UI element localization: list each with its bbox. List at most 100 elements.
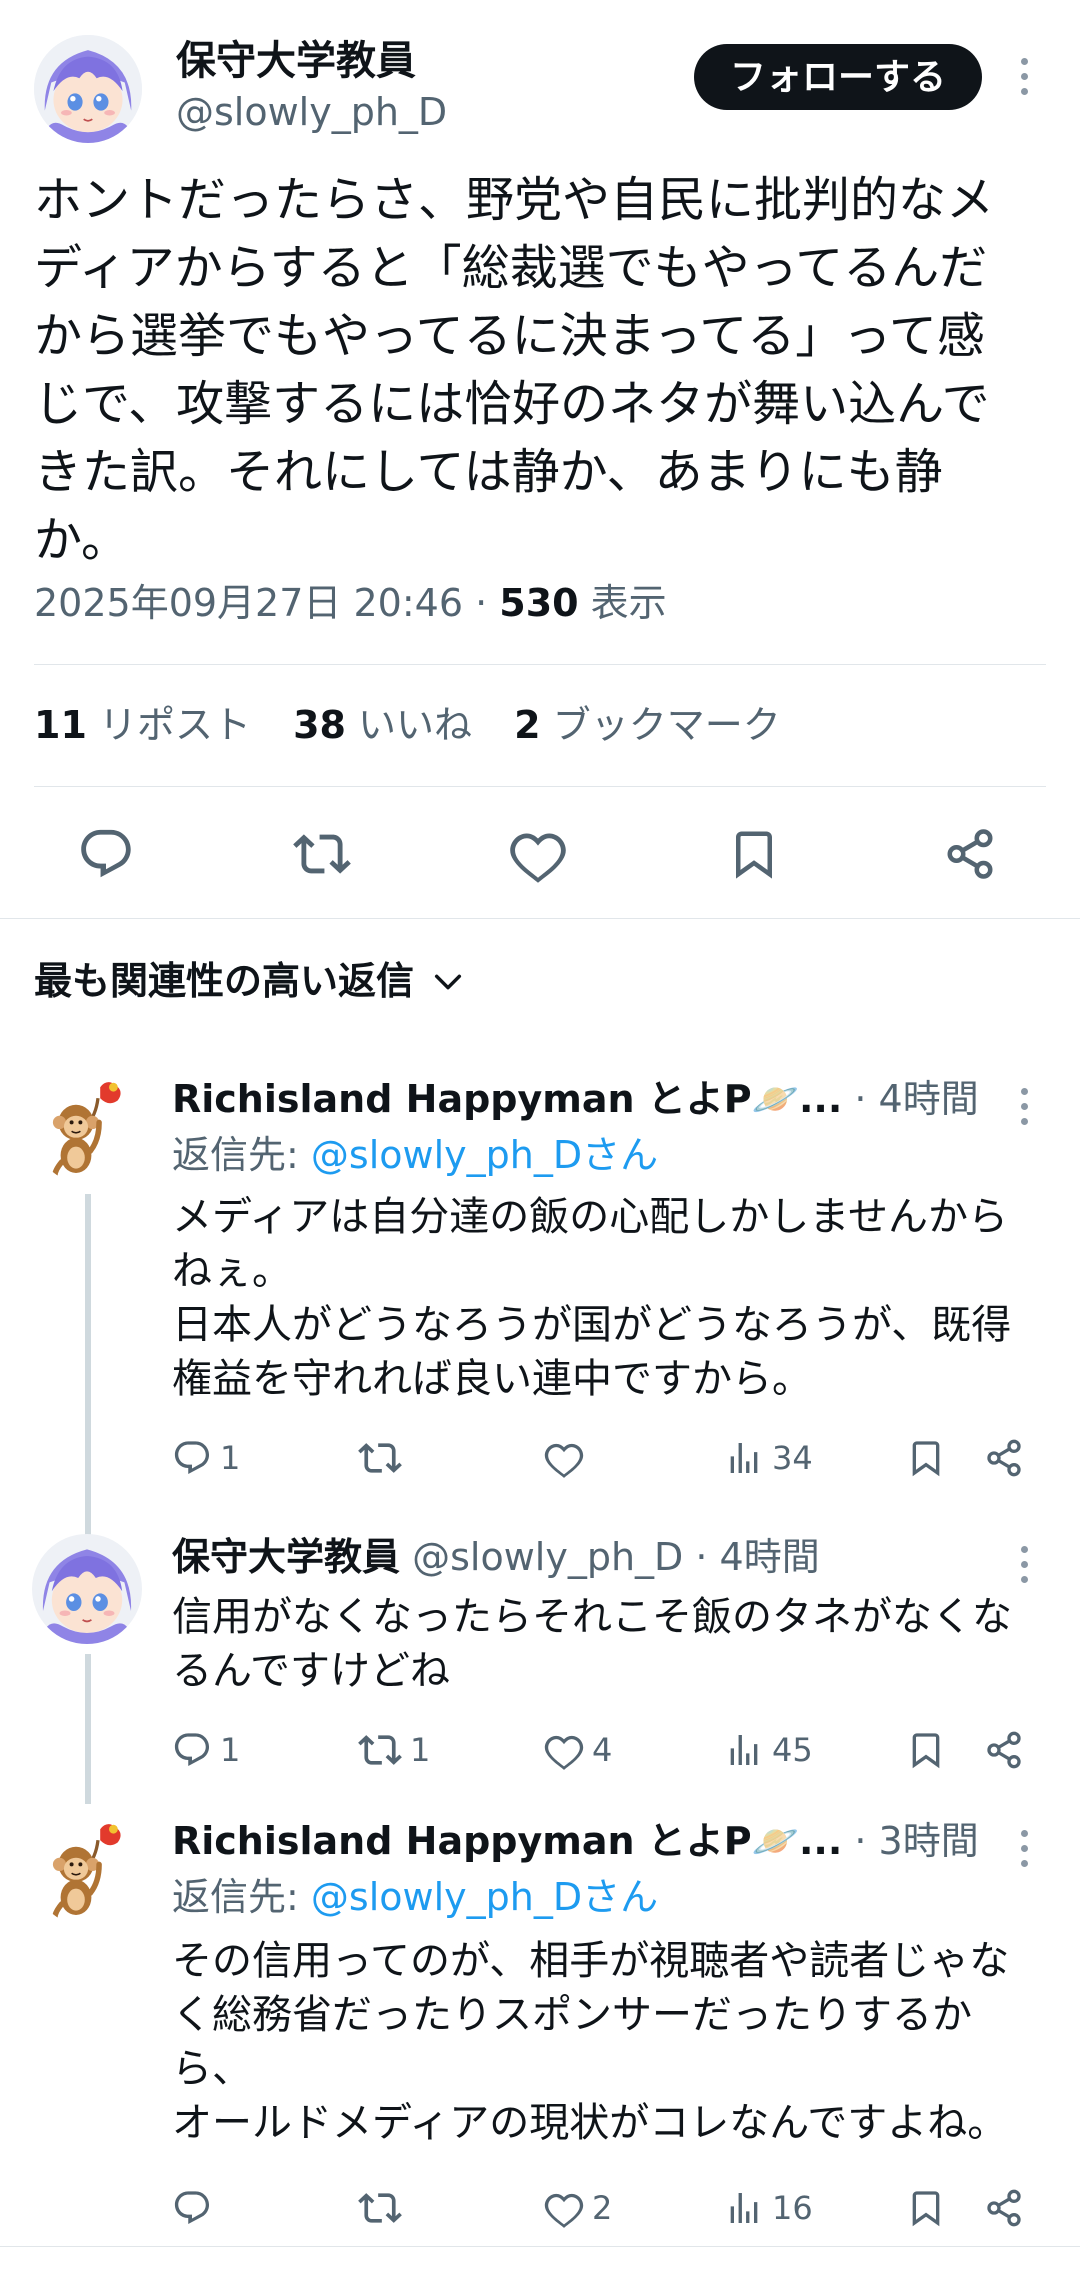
avatar[interactable] <box>32 1534 142 1644</box>
share-icon <box>984 1730 1024 1770</box>
timestamp[interactable]: 2025年09月27日 20:46 <box>34 581 463 625</box>
bookmarks-label: ブックマーク <box>540 703 781 747</box>
views-icon <box>724 1438 764 1478</box>
bookmark-button[interactable] <box>906 1430 946 1486</box>
reply-button[interactable]: 1 <box>172 1722 240 1778</box>
tweet-meta: 2025年09月27日 20:46 · 530 表示 <box>34 578 667 628</box>
bookmark-icon[interactable] <box>718 818 790 890</box>
like-count: 4 <box>592 1731 613 1769</box>
reply-actions: 1 34 <box>172 1430 1052 1486</box>
heart-icon <box>544 1730 584 1770</box>
reply-time[interactable]: · 3時間 <box>842 1819 978 1863</box>
author-handle[interactable]: @slowly_ph_D <box>176 88 447 136</box>
reply-count: 1 <box>220 1731 241 1769</box>
avatar[interactable] <box>32 1816 142 1926</box>
bookmarks-stat[interactable]: 2 ブックマーク <box>514 703 781 747</box>
reply-to-prefix: 返信先: <box>172 1875 311 1919</box>
more-icon[interactable] <box>1014 1546 1034 1583</box>
views-icon <box>724 1730 764 1770</box>
reply-icon <box>172 2188 212 2228</box>
views-button[interactable]: 45 <box>724 1722 813 1778</box>
tweet-actions <box>0 818 1080 890</box>
repost-icon <box>358 1436 402 1480</box>
reply-to-mention[interactable]: @slowly_ph_Dさん <box>311 1875 658 1919</box>
more-icon[interactable] <box>1014 58 1034 95</box>
share-button[interactable] <box>984 1430 1024 1486</box>
sort-label: 最も関連性の高い返信 <box>34 959 415 1003</box>
author-name[interactable]: 保守大学教員 <box>176 36 416 86</box>
views-button[interactable]: 34 <box>724 1430 813 1486</box>
divider <box>0 918 1080 919</box>
bookmark-icon <box>906 2188 946 2228</box>
reply-text: 信用がなくなったらそれこそ飯のタネがなくな るんですけどね <box>172 1594 1012 1694</box>
bookmark-button[interactable] <box>906 2180 946 2236</box>
like-button[interactable] <box>544 1430 592 1486</box>
thread-line <box>85 1654 91 1804</box>
reply-to-prefix: 返信先: <box>172 1133 311 1177</box>
chevron-down-icon <box>432 965 464 997</box>
meta-separator: · <box>463 581 500 625</box>
like-button[interactable]: 4 <box>544 1722 612 1778</box>
tweet-stats: 11 リポスト 38 いいね 2 ブックマーク <box>34 700 811 750</box>
views-count: 34 <box>772 1439 813 1477</box>
heart-icon <box>544 1438 584 1478</box>
reply-handle-time[interactable]: @slowly_ph_D · 4時間 <box>400 1535 820 1579</box>
divider <box>0 2246 1080 2247</box>
follow-button[interactable]: フォローする <box>694 44 982 110</box>
reply-text: メディアは自分達の飯の心配しかしませんから ねぇ。 日本人がどうなろうが国がどう… <box>172 1194 1012 1402</box>
views-label: 表示 <box>578 581 667 625</box>
reply-icon <box>172 1730 212 1770</box>
views-button[interactable]: 16 <box>724 2180 813 2236</box>
reply-count: 1 <box>220 1439 241 1477</box>
likes-count: 38 <box>293 703 346 747</box>
reply-time[interactable]: · 4時間 <box>842 1077 978 1121</box>
divider <box>34 786 1046 787</box>
bookmark-icon <box>906 1438 946 1478</box>
more-icon[interactable] <box>1014 1088 1034 1125</box>
likes-stat[interactable]: 38 いいね <box>293 703 472 747</box>
reply-actions: 1 1 4 45 <box>172 1722 1052 1778</box>
repost-icon <box>358 1728 402 1772</box>
reply-author-name[interactable]: Richisland Happyman とよP🪐... <box>172 1819 842 1863</box>
views-count: 16 <box>772 2189 813 2227</box>
bookmarks-count: 2 <box>514 703 541 747</box>
heart-icon <box>544 2188 584 2228</box>
reply-author-name[interactable]: Richisland Happyman とよP🪐... <box>172 1077 842 1121</box>
tweet-text: ホントだったらさ、野党や自民に批判的なメ ディアからすると「総裁選でもやってるん… <box>34 172 995 568</box>
reposts-label: リポスト <box>86 703 251 747</box>
avatar[interactable] <box>32 1074 142 1184</box>
reposts-count: 11 <box>34 703 87 747</box>
heart-icon[interactable] <box>502 818 574 890</box>
repost-icon <box>358 2186 402 2230</box>
reposts-stat[interactable]: 11 リポスト <box>34 703 251 747</box>
views-count: 45 <box>772 1731 813 1769</box>
repost-count: 1 <box>410 1731 431 1769</box>
bookmark-icon <box>906 1730 946 1770</box>
likes-label: いいね <box>345 703 473 747</box>
share-icon[interactable] <box>934 818 1006 890</box>
share-button[interactable] <box>984 2180 1024 2236</box>
reply-actions: 2 16 <box>172 2180 1052 2236</box>
share-icon <box>984 1438 1024 1478</box>
reply-button[interactable] <box>172 2180 220 2236</box>
share-button[interactable] <box>984 1722 1024 1778</box>
reply-icon[interactable] <box>70 818 142 890</box>
bookmark-button[interactable] <box>906 1722 946 1778</box>
repost-button[interactable]: 1 <box>358 1722 430 1778</box>
share-icon <box>984 2188 1024 2228</box>
reply-to-mention[interactable]: @slowly_ph_Dさん <box>311 1133 658 1177</box>
reply-sort-selector[interactable]: 最も関連性の高い返信 <box>34 956 464 1006</box>
repost-button[interactable] <box>358 2180 410 2236</box>
views-icon <box>724 2188 764 2228</box>
like-count: 2 <box>592 2189 613 2227</box>
reply-author-name[interactable]: 保守大学教員 <box>172 1535 400 1579</box>
divider <box>34 664 1046 665</box>
repost-button[interactable] <box>358 1430 410 1486</box>
repost-icon[interactable] <box>286 818 358 890</box>
like-button[interactable]: 2 <box>544 2180 612 2236</box>
reply-button[interactable]: 1 <box>172 1430 240 1486</box>
views-count: 530 <box>499 581 579 625</box>
reply-text: その信用ってのが、相手が視聴者や読者じゃな く総務省だったりスポンサーだったりす… <box>172 1938 1010 2146</box>
more-icon[interactable] <box>1014 1830 1034 1867</box>
avatar[interactable] <box>34 35 142 143</box>
